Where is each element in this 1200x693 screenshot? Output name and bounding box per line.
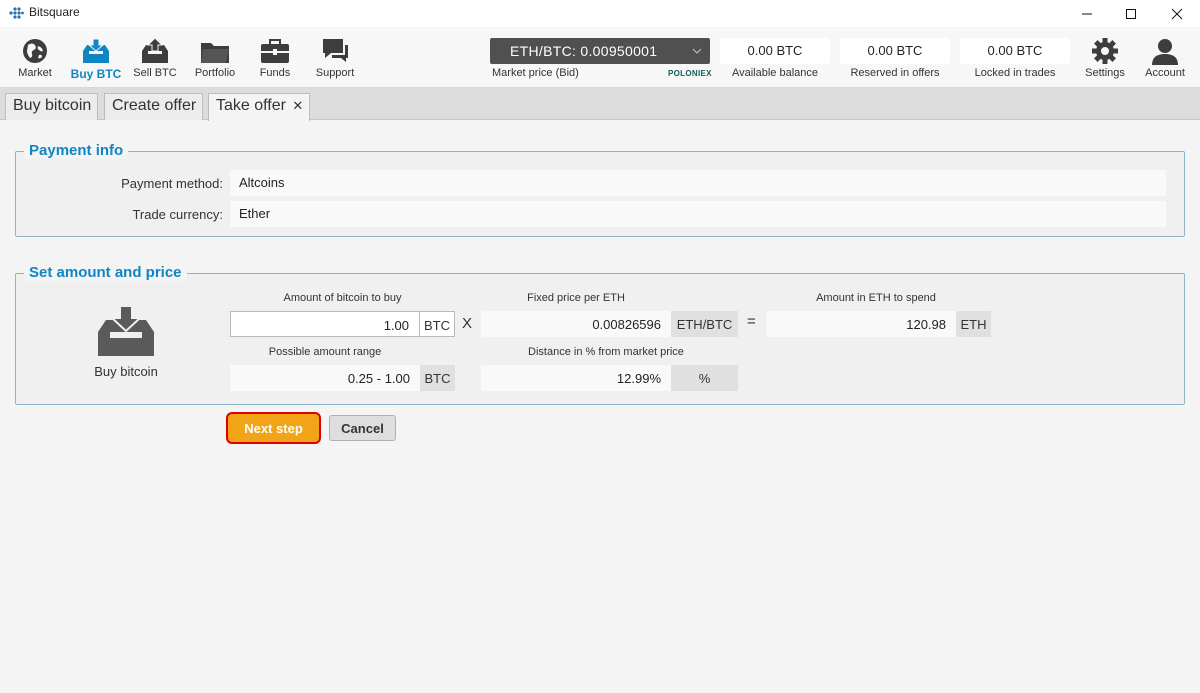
tab-create-offer-label: Create offer bbox=[112, 97, 197, 114]
nav-sell-btc[interactable]: Sell BTC bbox=[125, 37, 185, 85]
close-window-button[interactable] bbox=[1154, 0, 1200, 27]
range-unit: BTC bbox=[420, 365, 455, 391]
available-balance-value: 0.00 BTC bbox=[720, 38, 830, 64]
payment-method-value: Altcoins bbox=[230, 170, 1166, 196]
price-field: 0.00826596 bbox=[481, 311, 671, 337]
user-icon bbox=[1152, 39, 1178, 65]
title-bar: Bitsquare bbox=[0, 0, 1200, 27]
minimize-icon bbox=[1082, 13, 1092, 14]
equals-operator: = bbox=[747, 313, 756, 330]
next-step-button[interactable]: Next step bbox=[226, 412, 321, 444]
bitsquare-logo-icon bbox=[9, 7, 24, 19]
total-field: 120.98 bbox=[766, 311, 956, 337]
amount-price-title: Set amount and price bbox=[24, 264, 187, 281]
nav-support-label: Support bbox=[315, 67, 355, 79]
globe-icon bbox=[23, 39, 47, 63]
multiply-operator: X bbox=[462, 315, 473, 332]
tab-take-offer-label: Take offer bbox=[216, 97, 286, 114]
nav-portfolio[interactable]: Portfolio bbox=[185, 37, 245, 85]
locked-balance-label: Locked in trades bbox=[974, 67, 1056, 79]
amount-caption: Amount of bitcoin to buy bbox=[283, 292, 402, 304]
chat-bubbles-icon bbox=[323, 39, 348, 62]
market-price-selector[interactable]: ETH/BTC: 0.00950001 bbox=[490, 38, 710, 64]
amount-range-field: 0.25 - 1.00 bbox=[230, 365, 420, 391]
gear-icon bbox=[1092, 38, 1118, 64]
tab-close-icon[interactable]: ✕ bbox=[292, 98, 303, 113]
market-price-value: ETH/BTC: 0.00950001 bbox=[510, 43, 658, 59]
market-price-caption: Market price (Bid) bbox=[492, 67, 579, 79]
distance-unit: % bbox=[671, 365, 738, 391]
tab-take-offer[interactable]: Take offer ✕ bbox=[208, 93, 311, 121]
app-title: Bitsquare bbox=[29, 5, 80, 19]
nav-market-label: Market bbox=[18, 67, 52, 79]
amount-input[interactable]: 1.00 bbox=[230, 311, 420, 337]
buy-inbox-icon bbox=[98, 305, 154, 356]
nav-support[interactable]: Support bbox=[305, 37, 365, 85]
nav-settings[interactable]: Settings bbox=[1075, 37, 1135, 85]
close-icon bbox=[1171, 8, 1183, 19]
nav-sell-btc-label: Sell BTC bbox=[133, 67, 177, 79]
buy-bitcoin-icon-label: Buy bitcoin bbox=[94, 364, 158, 379]
nav-portfolio-label: Portfolio bbox=[194, 67, 236, 79]
payment-info-title: Payment info bbox=[24, 142, 129, 159]
price-caption: Fixed price per ETH bbox=[527, 292, 625, 304]
nav-account-label: Account bbox=[1145, 67, 1185, 79]
nav-account[interactable]: Account bbox=[1135, 37, 1195, 85]
reserved-balance-label: Reserved in offers bbox=[850, 67, 940, 79]
trade-currency-value: Ether bbox=[230, 201, 1166, 227]
amount-price-panel: Set amount and price Buy bitcoin Amount … bbox=[15, 264, 1185, 405]
tab-create-offer[interactable]: Create offer bbox=[104, 93, 204, 120]
price-unit: ETH/BTC bbox=[671, 311, 738, 337]
buy-inbox-icon bbox=[83, 38, 109, 63]
nav-funds-label: Funds bbox=[259, 67, 291, 79]
distance-field: 12.99% bbox=[481, 365, 671, 391]
total-unit: ETH bbox=[956, 311, 991, 337]
amount-unit: BTC bbox=[420, 311, 455, 337]
distance-caption: Distance in % from market price bbox=[528, 346, 684, 358]
nav-buy-btc[interactable]: Buy BTC bbox=[66, 37, 126, 85]
price-provider-logo: POLONIEX bbox=[668, 69, 712, 78]
folder-icon bbox=[201, 43, 229, 63]
tab-buy-bitcoin[interactable]: Buy bitcoin bbox=[5, 93, 99, 120]
available-balance-label: Available balance bbox=[731, 67, 819, 79]
tab-bar: Buy bitcoin Create offer Take offer ✕ bbox=[0, 88, 1200, 121]
maximize-icon bbox=[1126, 8, 1136, 19]
nav-funds[interactable]: Funds bbox=[245, 37, 305, 85]
top-navigation: Market Buy BTC Sell BTC Portfolio Funds … bbox=[0, 27, 1200, 88]
nav-market[interactable]: Market bbox=[5, 37, 65, 85]
reserved-balance-value: 0.00 BTC bbox=[840, 38, 950, 64]
locked-balance-value: 0.00 BTC bbox=[960, 38, 1070, 64]
payment-info-panel: Payment info Payment method: Altcoins Tr… bbox=[15, 142, 1185, 237]
range-caption: Possible amount range bbox=[268, 346, 382, 358]
total-caption: Amount in ETH to spend bbox=[816, 292, 936, 304]
chevron-down-icon bbox=[692, 48, 702, 54]
nav-settings-label: Settings bbox=[1085, 67, 1125, 79]
minimize-button[interactable] bbox=[1064, 0, 1110, 27]
payment-method-label: Payment method: bbox=[121, 176, 223, 191]
nav-buy-btc-label: Buy BTC bbox=[70, 67, 122, 81]
briefcase-icon bbox=[261, 39, 289, 63]
tab-buy-bitcoin-label: Buy bitcoin bbox=[13, 97, 92, 114]
cancel-button[interactable]: Cancel bbox=[329, 415, 396, 441]
trade-currency-label: Trade currency: bbox=[132, 207, 223, 222]
maximize-button[interactable] bbox=[1108, 0, 1154, 27]
sell-outbox-icon bbox=[142, 37, 168, 63]
